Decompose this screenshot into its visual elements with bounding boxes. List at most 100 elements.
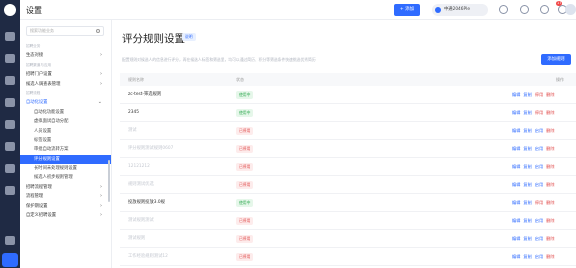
add-button[interactable]: + 添加 — [394, 4, 420, 16]
delete-link[interactable]: 删除 — [546, 254, 554, 259]
edit-link[interactable]: 编辑 — [512, 182, 520, 187]
rule-name: 测试规则测试 — [128, 218, 154, 223]
sidebar-scrollbar[interactable] — [108, 160, 110, 202]
rule-name: 投放规则投放3.0规 — [128, 200, 165, 205]
sidebar-item[interactable]: 生态对接 › — [20, 51, 111, 60]
sidebar-item[interactable]: 自定义招聘设置 › — [20, 211, 111, 220]
copy-link[interactable]: 复制 — [523, 182, 531, 187]
info-tag[interactable]: 说明 — [182, 33, 196, 41]
row-actions: 编辑 复制 启用 删除 — [512, 158, 558, 176]
sidebar-item[interactable]: 招聘流程管理 › — [20, 183, 111, 192]
help-icon[interactable] — [499, 5, 508, 14]
sidebar-item[interactable]: 候选人初步规则管理 — [20, 173, 111, 182]
edit-link[interactable]: 编辑 — [512, 164, 520, 169]
edit-link[interactable]: 编辑 — [512, 92, 520, 97]
rule-name: 测试 — [128, 128, 137, 133]
monitor-icon[interactable] — [5, 236, 15, 245]
chevron-right-icon: › — [100, 71, 102, 78]
toggle-link[interactable]: 停用 — [535, 110, 543, 115]
sidebar-item[interactable]: 人员设置 — [20, 127, 111, 136]
rule-name: 规则测试优选 — [128, 182, 154, 187]
sidebar-item[interactable]: 自动化设置 ⌄ — [20, 98, 111, 107]
sidebar-item[interactable]: 标签设置 — [20, 136, 111, 145]
sidebar-item[interactable]: 审批自动流转方案 — [20, 145, 111, 154]
briefcase-icon[interactable] — [5, 76, 15, 85]
table-row: 12121212 已停用 编辑 复制 启用 删除 — [120, 158, 576, 176]
edit-link[interactable]: 编辑 — [512, 236, 520, 241]
table-row: 测试规则测试 已停用 编辑 复制 启用 删除 — [120, 212, 576, 230]
org-switcher[interactable]: 中通2046Ple — [432, 4, 488, 16]
toggle-link[interactable]: 启用 — [535, 236, 543, 241]
copy-link[interactable]: 复制 — [523, 236, 531, 241]
sidebar-search-input[interactable]: 搜索功能业务 — [26, 26, 104, 36]
people-icon[interactable] — [5, 54, 15, 63]
table-row: 投放规则投放3.0规 使用中 编辑 复制 停用 删除 — [120, 194, 576, 212]
org-avatar-icon — [435, 7, 441, 13]
app-logo-icon[interactable] — [4, 4, 16, 16]
sidebar-item-label: 候选人调查表管理 — [26, 81, 61, 87]
sidebar-item[interactable]: 长时间未处理规则设置 — [20, 164, 111, 173]
delete-link[interactable]: 删除 — [546, 146, 554, 151]
row-actions: 编辑 复制 停用 删除 — [512, 194, 558, 212]
delete-link[interactable]: 删除 — [546, 110, 554, 115]
chevron-right-icon: › — [100, 212, 102, 219]
page-description: 配置规则对候选人的信息进行评分，再在候选人标签和筛选里，均可以通过简历、积分等筛… — [122, 57, 316, 62]
copy-link[interactable]: 复制 — [523, 164, 531, 169]
delete-link[interactable]: 删除 — [546, 128, 554, 133]
sidebar-item-label: 自动化设置 — [26, 100, 48, 106]
delete-link[interactable]: 删除 — [546, 236, 554, 241]
copy-link[interactable]: 复制 — [523, 146, 531, 151]
document-icon[interactable] — [5, 120, 15, 129]
status-badge: 已停用 — [236, 253, 254, 261]
sidebar-item[interactable]: 保护期设置 › — [20, 202, 111, 211]
edit-link[interactable]: 编辑 — [512, 200, 520, 205]
status-badge: 已停用 — [236, 235, 254, 243]
question-icon[interactable] — [520, 5, 529, 14]
delete-link[interactable]: 删除 — [546, 200, 554, 205]
toggle-link[interactable]: 启用 — [535, 182, 543, 187]
delete-link[interactable]: 删除 — [546, 164, 554, 169]
toggle-link[interactable]: 停用 — [535, 200, 543, 205]
status-badge: 已停用 — [236, 217, 254, 225]
settings-icon[interactable] — [2, 253, 18, 267]
table-row: 规则测试优选 已停用 编辑 复制 启用 删除 — [120, 176, 576, 194]
sidebar-item[interactable]: 虚拟面试自动分配 — [20, 117, 111, 126]
sidebar-item[interactable]: 招聘门户设置 › — [20, 70, 111, 79]
edit-link[interactable]: 编辑 — [512, 146, 520, 151]
sidebar-item-label: 招聘流程 — [26, 90, 41, 95]
row-actions: 编辑 复制 启用 删除 — [512, 248, 558, 266]
toggle-link[interactable]: 启用 — [535, 164, 543, 169]
sidebar-item[interactable]: 评分规则设置 — [20, 154, 111, 165]
user-avatar[interactable] — [565, 4, 576, 15]
delete-link[interactable]: 删除 — [546, 182, 554, 187]
chart-icon[interactable] — [5, 142, 15, 151]
copy-link[interactable]: 复制 — [523, 200, 531, 205]
toggle-link[interactable]: 启用 — [535, 146, 543, 151]
clock-icon[interactable] — [5, 164, 15, 173]
sidebar-item[interactable]: 自动化功能设置 — [20, 108, 111, 117]
home-icon[interactable] — [5, 32, 15, 41]
sidebar-item[interactable]: 候选人调查表管理 › — [20, 80, 111, 89]
delete-link[interactable]: 删除 — [546, 218, 554, 223]
toggle-link[interactable]: 启用 — [535, 218, 543, 223]
chevron-right-icon: › — [100, 183, 102, 190]
toggle-link[interactable]: 启用 — [535, 254, 543, 259]
edit-link[interactable]: 编辑 — [512, 218, 520, 223]
copy-link[interactable]: 复制 — [523, 110, 531, 115]
plus-circle-icon[interactable] — [5, 186, 15, 195]
copy-link[interactable]: 复制 — [523, 218, 531, 223]
copy-link[interactable]: 复制 — [523, 92, 531, 97]
delete-link[interactable]: 删除 — [546, 92, 554, 97]
edit-link[interactable]: 编辑 — [512, 128, 520, 133]
copy-link[interactable]: 复制 — [523, 128, 531, 133]
add-rule-button[interactable]: 添加规则 — [541, 54, 571, 65]
edit-link[interactable]: 编辑 — [512, 254, 520, 259]
toggle-link[interactable]: 启用 — [535, 128, 543, 133]
notification-icon[interactable] — [540, 5, 549, 14]
message-icon[interactable] — [5, 98, 15, 107]
toggle-link[interactable]: 停用 — [535, 92, 543, 97]
edit-link[interactable]: 编辑 — [512, 110, 520, 115]
sidebar-item[interactable]: 流程管理 › — [20, 192, 111, 201]
copy-link[interactable]: 复制 — [523, 254, 531, 259]
table-body: zc-test-筛选规则 使用中 编辑 复制 停用 删除 2345 使用中 编辑 复制 停用 删除 测试… — [120, 86, 576, 266]
